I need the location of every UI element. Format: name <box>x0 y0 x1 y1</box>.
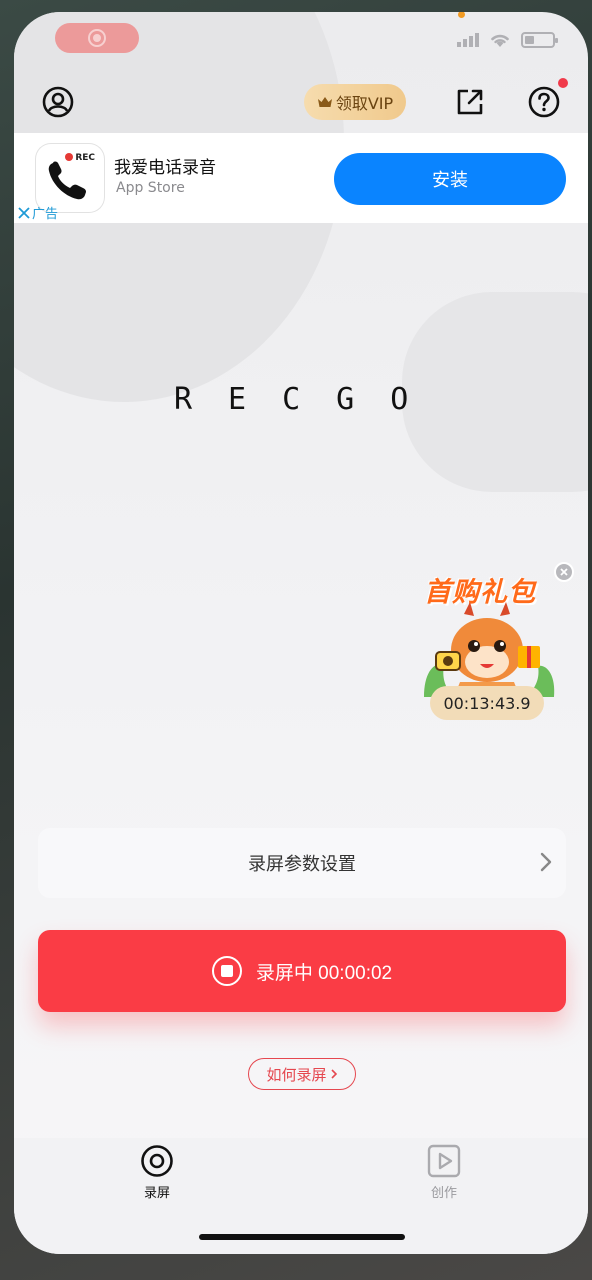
promo-widget[interactable]: 首购礼包 00:13:43.9 <box>410 560 578 730</box>
app-logo: RECGO <box>174 382 445 417</box>
chevron-right-icon <box>540 852 552 872</box>
close-icon <box>18 206 30 219</box>
tab-label: 录屏 <box>143 1186 170 1201</box>
home-indicator <box>199 1234 405 1240</box>
notification-badge <box>558 78 568 88</box>
share-icon <box>457 89 483 115</box>
signal-icon <box>457 33 479 47</box>
vip-button[interactable]: 领取VIP <box>304 84 406 120</box>
recording-status: 录屏中 00:00:02 <box>255 962 393 984</box>
ad-close-button[interactable]: 广告 <box>18 203 58 222</box>
help-button[interactable] <box>526 84 562 120</box>
chevron-right-icon <box>330 1069 337 1079</box>
how-to-record-button[interactable]: 如何录屏 <box>248 1058 356 1090</box>
promo-countdown: 00:13:43.9 <box>430 686 544 720</box>
vip-label: 领取VIP <box>335 94 394 113</box>
tab-create[interactable]: 创作 <box>404 1144 484 1201</box>
settings-label: 录屏参数设置 <box>248 854 356 875</box>
share-button[interactable] <box>452 84 488 120</box>
ad-label: 广告 <box>32 207 59 222</box>
battery-icon <box>521 32 558 48</box>
help-icon <box>528 86 560 118</box>
profile-button[interactable] <box>40 84 76 120</box>
user-circle-icon <box>42 86 74 118</box>
record-indicator-icon[interactable] <box>55 23 139 53</box>
play-tab-icon <box>427 1144 461 1178</box>
privacy-indicator <box>458 12 465 18</box>
tab-label: 创作 <box>430 1186 457 1201</box>
ad-banner[interactable]: REC 我爱电话录音 App Store 广告 安装 <box>14 133 588 223</box>
wifi-icon <box>491 34 509 47</box>
ad-app-name: 我爱电话录音 <box>114 158 216 178</box>
stop-icon <box>211 956 242 986</box>
ad-app-icon[interactable]: REC <box>36 144 104 212</box>
install-button[interactable]: 安装 <box>334 153 566 205</box>
crown-icon <box>317 97 332 107</box>
status-bar <box>457 32 558 48</box>
promo-close-button[interactable] <box>554 562 574 582</box>
phone-icon <box>48 161 86 200</box>
app-screen: 领取VIP REC 我爱电话录音 App Store 广告 安装 RECGO 首… <box>14 12 588 1254</box>
record-tab-icon <box>141 1145 173 1177</box>
stop-recording-button[interactable]: 录屏中 00:00:02 <box>38 930 566 1012</box>
ad-store: App Store <box>116 180 185 196</box>
close-icon <box>560 568 568 576</box>
record-settings-row[interactable]: 录屏参数设置 <box>38 828 566 898</box>
tab-record[interactable]: 录屏 <box>117 1144 197 1201</box>
howto-label: 如何录屏 <box>266 1066 327 1084</box>
